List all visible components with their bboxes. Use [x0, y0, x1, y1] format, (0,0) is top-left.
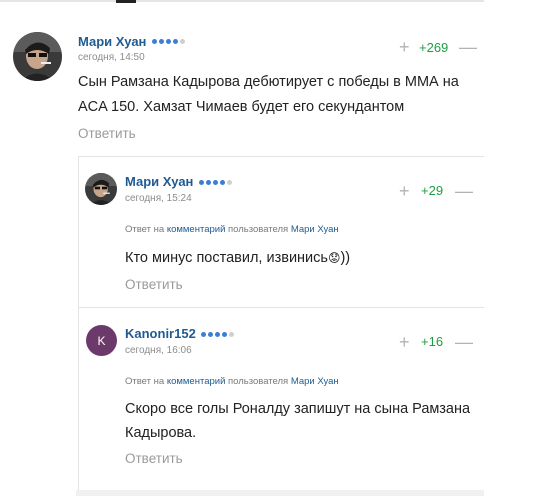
reply-prefix: Ответ на	[125, 224, 165, 235]
avatar[interactable]	[85, 173, 117, 205]
active-tab-indicator	[116, 0, 136, 3]
downvote-button[interactable]: —	[455, 182, 473, 200]
comment-text-line-1: Скоро все голы Роналду запишут на сына Р…	[125, 401, 471, 417]
separator	[78, 156, 484, 157]
vote-score: +29	[421, 183, 444, 198]
comment-text-body: Кто минус поставил, извинись	[125, 250, 328, 266]
comment-time: сегодня, 15:24	[125, 193, 192, 204]
user-photo-icon	[13, 32, 62, 81]
user-photo-icon	[85, 173, 117, 205]
upvote-button[interactable]: +	[399, 182, 410, 200]
comment-text-line-2: ACA 150. Хамзат Чимаев будет его секунда…	[78, 99, 405, 115]
author-name[interactable]: Мари Хуан	[125, 174, 193, 189]
vote-score: +269	[419, 40, 449, 55]
upvote-button[interactable]: +	[399, 333, 410, 351]
comment-time: сегодня, 16:06	[125, 345, 192, 356]
user-rating-dots	[152, 39, 185, 44]
reply-middle: пользователя	[228, 376, 289, 387]
parent-user-link[interactable]: Мари Хуан	[291, 224, 339, 235]
separator	[78, 307, 484, 308]
comment-text-line-1: Сын Рамзана Кадырова дебютирует с победы…	[78, 74, 459, 90]
reply-button[interactable]: Ответить	[125, 451, 183, 466]
worried-face-icon: 😟	[327, 251, 341, 265]
user-rating-dots	[201, 332, 234, 337]
top-divider	[0, 0, 484, 2]
downvote-button[interactable]: —	[455, 333, 473, 351]
comment-text-line-2: Кадырова.	[125, 425, 197, 441]
reply-button[interactable]: Ответить	[78, 126, 136, 141]
thread-line	[78, 156, 79, 490]
vote-score: +16	[421, 334, 444, 349]
reply-context: Ответ на комментарий пользователя Мари Х…	[125, 376, 339, 387]
comment-text: Кто минус поставил, извинись😟))	[125, 250, 350, 266]
avatar[interactable]	[13, 32, 62, 81]
reply-prefix: Ответ на	[125, 376, 165, 387]
parent-user-link[interactable]: Мари Хуан	[291, 376, 339, 387]
reply-context: Ответ на комментарий пользователя Мари Х…	[125, 224, 339, 235]
author-name[interactable]: Мари Хуан	[78, 34, 146, 49]
author-name[interactable]: Kanonir152	[125, 326, 196, 341]
comment-text-suffix: ))	[340, 250, 351, 266]
comment-time: сегодня, 14:50	[78, 52, 145, 63]
avatar-letter: K	[97, 333, 106, 348]
bottom-divider	[76, 490, 484, 496]
upvote-button[interactable]: +	[399, 38, 410, 56]
reply-button[interactable]: Ответить	[125, 277, 183, 292]
parent-comment-link[interactable]: комментарий	[167, 224, 226, 235]
user-rating-dots	[199, 180, 232, 185]
downvote-button[interactable]: —	[459, 38, 477, 56]
avatar[interactable]: K	[86, 325, 117, 356]
reply-middle: пользователя	[228, 224, 289, 235]
parent-comment-link[interactable]: комментарий	[167, 376, 226, 387]
